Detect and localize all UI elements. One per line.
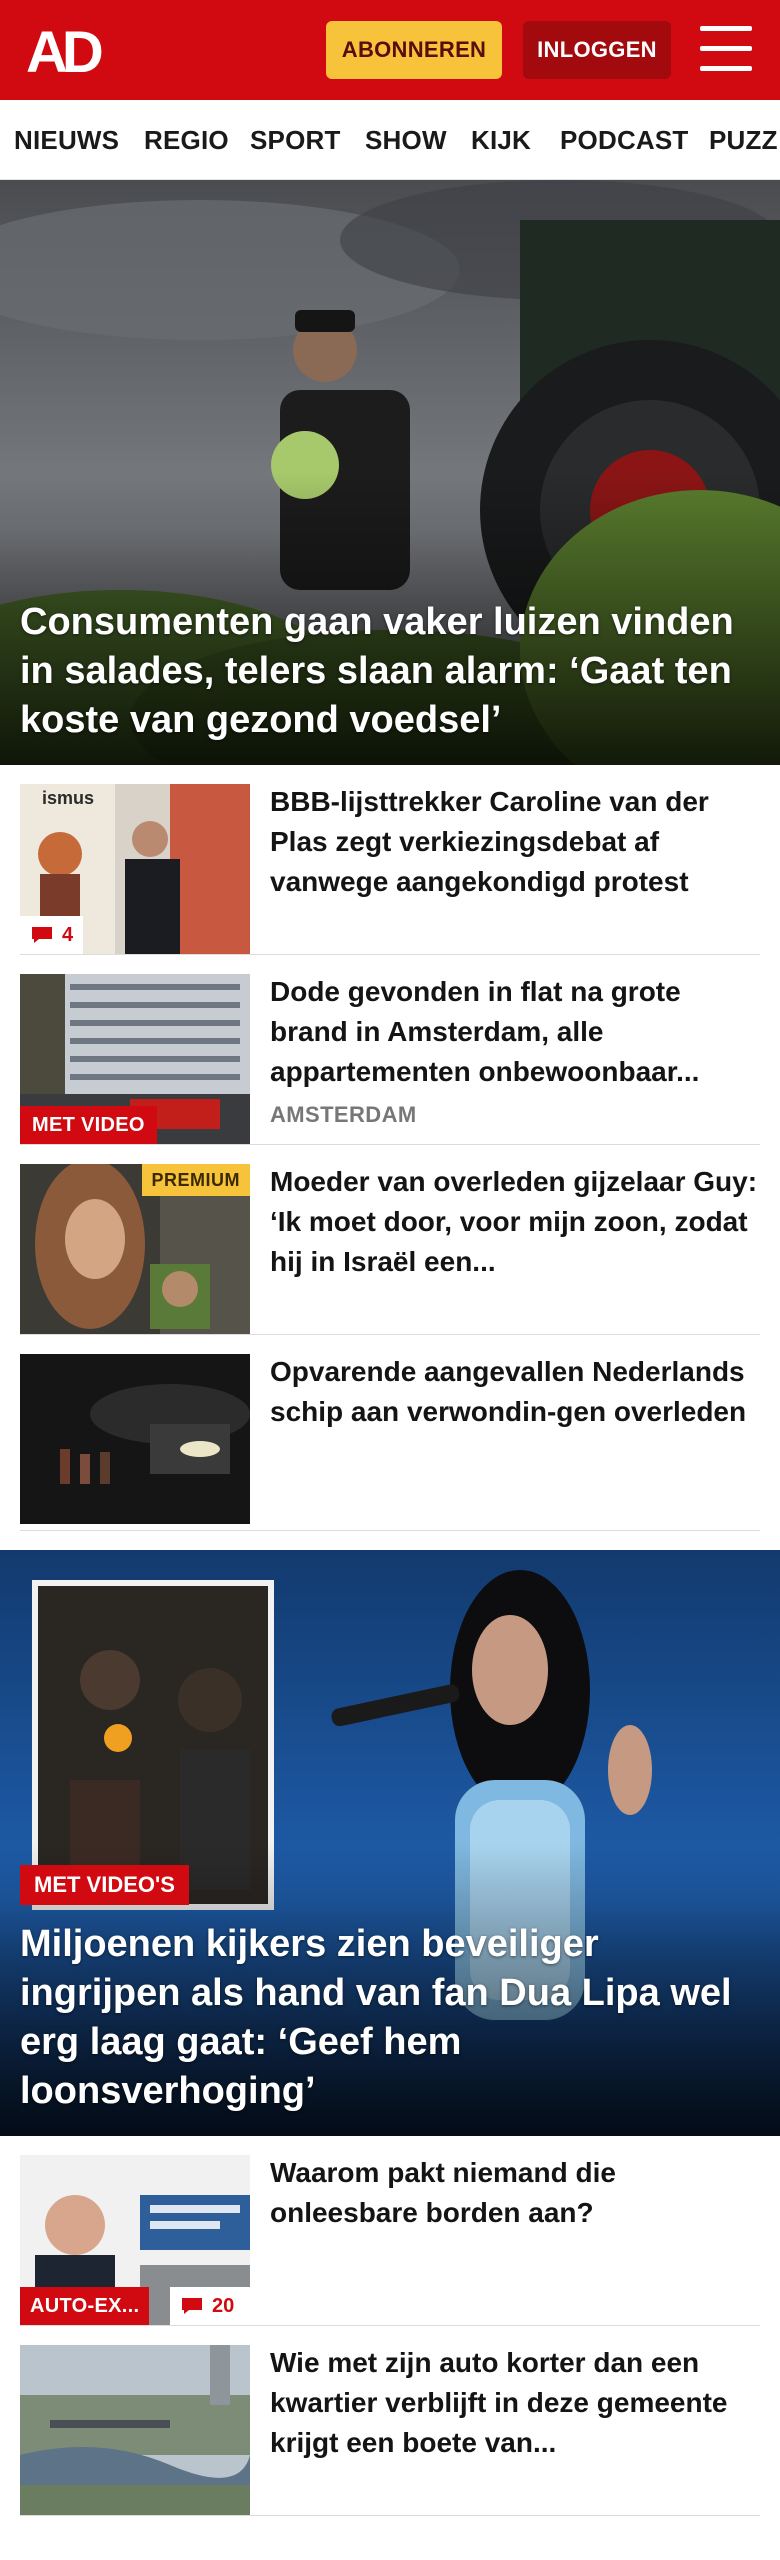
- list-item[interactable]: Opvarende aangevallen Nederlands schip a…: [20, 1335, 760, 1531]
- article-thumbnail: ismus 4: [20, 784, 250, 954]
- article-thumbnail: [20, 1354, 250, 1524]
- video-badge: MET VIDEO: [20, 1106, 157, 1144]
- list-item[interactable]: MET VIDEO Dode gevonden in flat na grote…: [20, 955, 760, 1145]
- nav-item-kijk[interactable]: KIJK: [471, 100, 531, 179]
- hamburger-menu-icon[interactable]: [700, 26, 752, 72]
- subscribe-button[interactable]: ABONNEREN: [326, 21, 502, 79]
- section-nav: NIEUWS REGIO SPORT SHOW KIJK PODCAST PUZ…: [0, 100, 780, 180]
- feature-headline[interactable]: Miljoenen kijkers zien beveiliger ingrij…: [20, 1920, 760, 2116]
- article-headline[interactable]: Dode gevonden in flat na grote brand in …: [270, 972, 760, 1092]
- article-thumbnail: PREMIUM: [20, 1164, 250, 1334]
- article-thumbnail: [20, 2345, 250, 2515]
- thumb-sign-text: ismus: [42, 788, 94, 808]
- article-headline[interactable]: Waarom pakt niemand die onleesbare borde…: [270, 2153, 760, 2233]
- svg-text:AD: AD: [26, 22, 102, 78]
- comment-count-value: 4: [62, 923, 74, 946]
- nav-item-regio[interactable]: REGIO: [144, 100, 229, 179]
- feature-article[interactable]: MET VIDEO'S Miljoenen kijkers zien bevei…: [0, 1550, 780, 2136]
- nav-item-puzzel[interactable]: PUZZ: [709, 100, 778, 179]
- article-region[interactable]: AMSTERDAM: [270, 1102, 417, 1128]
- comment-count-value: 20: [212, 2294, 235, 2317]
- hero-headline[interactable]: Consumenten gaan vaker luizen vinden in …: [20, 598, 765, 745]
- list-item[interactable]: ismus 4 BBB-lijsttrekker Caroline van de…: [20, 765, 760, 955]
- hero-article[interactable]: Consumenten gaan vaker luizen vinden in …: [0, 180, 780, 765]
- list-item[interactable]: Wie met zijn auto korter dan een kwartie…: [20, 2326, 760, 2516]
- premium-badge: PREMIUM: [141, 1164, 250, 1196]
- comment-count[interactable]: 20: [170, 2287, 250, 2325]
- list-item[interactable]: AUTO-EX... 20 Waarom pakt niemand die on…: [20, 2136, 760, 2326]
- nav-item-nieuws[interactable]: NIEUWS: [14, 100, 119, 179]
- nav-item-show[interactable]: SHOW: [365, 100, 447, 179]
- nav-item-podcast[interactable]: PODCAST: [560, 100, 689, 179]
- article-headline[interactable]: Moeder van overleden gijzelaar Guy: ‘Ik …: [270, 1162, 760, 1282]
- videos-badge: MET VIDEO'S: [20, 1865, 189, 1905]
- list-item[interactable]: PREMIUM Moeder van overleden gijzelaar G…: [20, 1145, 760, 1335]
- article-headline[interactable]: Wie met zijn auto korter dan een kwartie…: [270, 2343, 760, 2463]
- article-thumbnail: MET VIDEO: [20, 974, 250, 1144]
- top-bar: AD ABONNEREN INLOGGEN: [0, 0, 780, 100]
- comment-icon: [30, 925, 54, 945]
- ad-logo[interactable]: AD: [26, 22, 116, 78]
- comment-count[interactable]: 4: [20, 916, 84, 954]
- login-button[interactable]: INLOGGEN: [523, 21, 671, 79]
- article-thumbnail: AUTO-EX... 20: [20, 2155, 250, 2325]
- article-headline[interactable]: BBB-lijsttrekker Caroline van der Plas z…: [270, 782, 760, 902]
- columnist-badge: AUTO-EX...: [20, 2287, 150, 2325]
- comment-icon: [180, 2296, 204, 2316]
- nav-item-sport[interactable]: SPORT: [250, 100, 341, 179]
- article-headline[interactable]: Opvarende aangevallen Nederlands schip a…: [270, 1352, 760, 1432]
